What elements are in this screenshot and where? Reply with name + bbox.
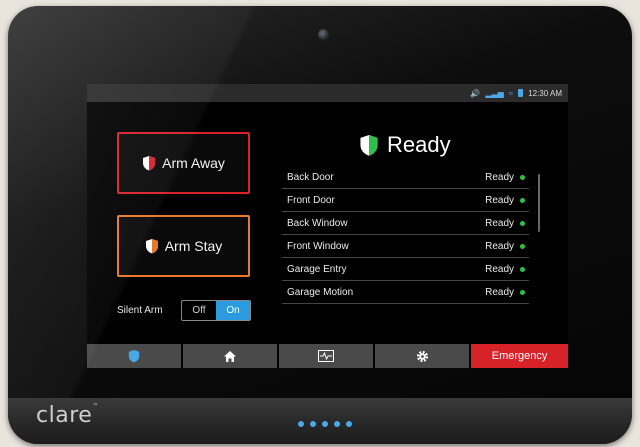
camera-icon [318, 29, 329, 40]
zone-row[interactable]: Garage Entry Ready [282, 258, 529, 281]
indicator-dot [346, 421, 352, 427]
indicator-dot [334, 421, 340, 427]
zone-row[interactable]: Front Window Ready [282, 235, 529, 258]
volume-icon: 🔊 [470, 88, 481, 98]
clare-logo: clare™ [36, 403, 99, 428]
zone-name: Back Window [287, 217, 348, 229]
nav-home-button[interactable] [183, 344, 278, 368]
status-time: 12:30 AM [528, 88, 562, 98]
arm-away-button[interactable]: Arm Away [117, 132, 250, 194]
nav-settings-button[interactable] [375, 344, 470, 368]
wifi-icon: ≈ [508, 88, 514, 98]
trademark-mark: ™ [92, 403, 99, 410]
shield-icon [128, 350, 140, 363]
gear-icon [416, 350, 428, 362]
silent-arm-toggle[interactable]: Off On [181, 300, 251, 321]
nav-security-button[interactable] [87, 344, 182, 368]
activity-icon [318, 350, 335, 362]
zone-row[interactable]: Front Door Ready [282, 189, 529, 212]
zone-row[interactable]: Garage Motion Ready [282, 281, 529, 304]
touch-screen: 🔊 ▂▃▅ ≈ 12:30 AM Arm Away Arm Stay Silen… [87, 84, 568, 368]
emergency-button[interactable]: Emergency [471, 344, 568, 368]
home-icon [224, 350, 237, 362]
zone-row[interactable]: Back Window Ready [282, 212, 529, 235]
indicator-dot [310, 421, 316, 427]
brand-name: clare [36, 403, 93, 428]
shield-half-red-icon [143, 156, 156, 171]
zone-name: Garage Motion [287, 286, 354, 298]
arm-stay-button[interactable]: Arm Stay [117, 215, 250, 277]
emergency-label: Emergency [491, 350, 548, 362]
shield-half-orange-icon [145, 239, 158, 254]
nav-activity-button[interactable] [279, 344, 374, 368]
system-status-header: Ready [359, 132, 451, 158]
arm-stay-label: Arm Stay [164, 238, 223, 254]
status-dot-icon [520, 197, 525, 203]
silent-arm-off-option[interactable]: Off [182, 301, 216, 320]
indicator-lights [298, 421, 352, 427]
silent-arm-label: Silent Arm [117, 305, 163, 316]
zone-list: Back Door Ready Front Door Ready Back Wi… [282, 166, 529, 304]
status-dot-icon [520, 174, 525, 180]
status-dot-icon [520, 289, 525, 295]
zone-row[interactable]: Back Door Ready [282, 166, 529, 189]
signal-bars-icon: ▂▃▅ [485, 88, 504, 98]
zone-status: Ready [485, 286, 514, 298]
status-dot-icon [520, 266, 525, 272]
indicator-dot [298, 421, 304, 427]
zone-list-scrollbar[interactable] [538, 174, 540, 232]
zone-status: Ready [485, 194, 514, 206]
indicator-dot [322, 421, 328, 427]
status-dot-icon [520, 220, 525, 226]
status-bar: 🔊 ▂▃▅ ≈ 12:30 AM [87, 84, 568, 102]
zone-name: Garage Entry [287, 263, 347, 275]
zone-status: Ready [485, 240, 514, 252]
status-dot-icon [520, 243, 525, 249]
zone-name: Front Door [287, 194, 335, 206]
zone-name: Front Window [287, 240, 349, 252]
zone-status: Ready [485, 171, 514, 183]
zone-name: Back Door [287, 171, 334, 183]
zone-status: Ready [485, 217, 514, 229]
system-status-title: Ready [387, 132, 451, 157]
silent-arm-on-option[interactable]: On [216, 301, 250, 320]
arm-away-label: Arm Away [162, 155, 225, 171]
battery-icon [518, 89, 524, 97]
zone-status: Ready [485, 263, 514, 275]
shield-green-icon [360, 135, 378, 156]
bottom-nav: Emergency [87, 344, 568, 368]
